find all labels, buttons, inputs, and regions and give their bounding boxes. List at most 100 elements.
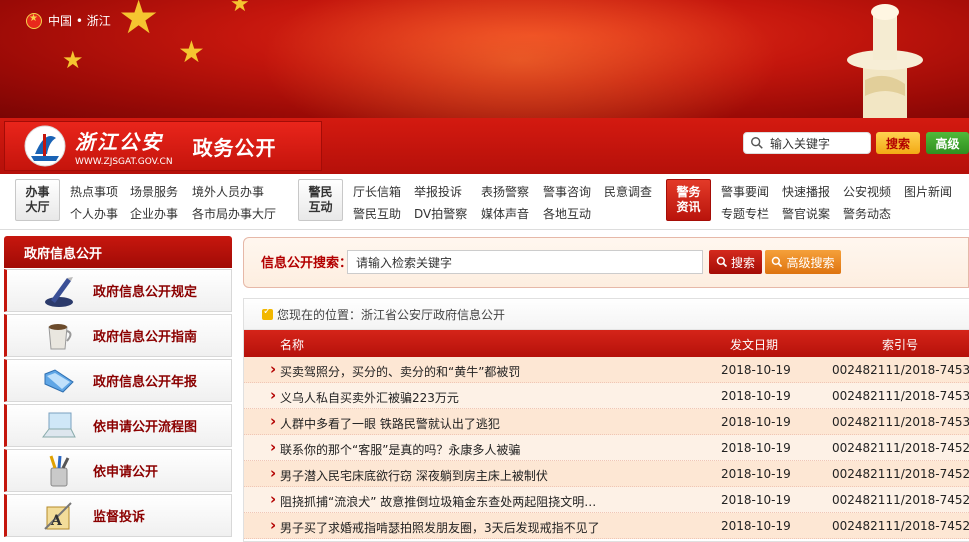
document-title-link[interactable]: 男子潜入民宅床底欲行窃 深夜躺到房主床上被制伏 bbox=[270, 464, 548, 484]
nav-link[interactable]: 境外人员办事 bbox=[192, 183, 264, 200]
nav-link[interactable]: 专题专栏 bbox=[721, 205, 782, 222]
content-panel: 您现在的位置：浙江省公安厅政府信息公开 名称 发文日期 索引号 买卖驾照分，买分… bbox=[243, 298, 969, 542]
search-icon bbox=[751, 137, 763, 149]
sidebar-item-regulations[interactable]: 政府信息公开规定 bbox=[4, 269, 232, 312]
nav-link[interactable]: 各市局办事大厅 bbox=[192, 205, 276, 222]
logo-chinese-text: 浙江公安 bbox=[75, 129, 163, 154]
document-index: 002482111/2018-74531 bbox=[832, 389, 969, 403]
nav-group3-row2: 专题专栏 警官说案 警务动态 bbox=[721, 205, 891, 222]
breadcrumb-text: 您现在的位置：浙江省公安厅政府信息公开 bbox=[277, 307, 506, 322]
sidebar-item-annual-report[interactable]: 政府信息公开年报 bbox=[4, 359, 232, 402]
document-date: 2018-10-19 bbox=[721, 363, 791, 377]
nav-link[interactable]: 热点事项 bbox=[70, 183, 130, 200]
region-text: 中国 • 浙江 bbox=[48, 14, 111, 28]
info-advanced-search-label: 高级搜索 bbox=[786, 255, 835, 270]
nav-link[interactable]: 举报投诉 bbox=[414, 183, 481, 200]
info-search-button-label: 搜索 bbox=[730, 255, 755, 270]
document-date: 2018-10-19 bbox=[721, 415, 791, 429]
top-search-button[interactable]: 搜索 bbox=[876, 132, 920, 154]
sidebar-item-guide[interactable]: 政府信息公开指南 bbox=[4, 314, 232, 357]
info-search-button[interactable]: 搜索 bbox=[709, 250, 762, 274]
checkbox-icon bbox=[262, 306, 273, 320]
nav-link[interactable]: 警事要闻 bbox=[721, 183, 782, 200]
nav-group3-row1: 警事要闻 快速播报 公安视频 图片新闻 bbox=[721, 183, 952, 200]
nav-link[interactable]: 个人办事 bbox=[70, 205, 130, 222]
document-title-link[interactable]: 男子买了求婚戒指啃瑟拍照发朋友圈，3天后发现戒指不见了 bbox=[270, 516, 600, 536]
document-date: 2018-10-19 bbox=[721, 519, 791, 533]
banner-glow bbox=[260, 0, 780, 118]
document-list: 买卖驾照分，买分的、卖分的和“黄牛”都被罚 2018-10-19 0024821… bbox=[244, 357, 969, 539]
nav-link[interactable]: 警务动态 bbox=[843, 205, 891, 222]
info-advanced-search-button[interactable]: 高级搜索 bbox=[765, 250, 841, 274]
nav-link[interactable]: 企业办事 bbox=[130, 205, 192, 222]
breadcrumb: 您现在的位置：浙江省公安厅政府信息公开 bbox=[244, 299, 969, 330]
pen-holder-icon bbox=[37, 452, 81, 490]
table-row: 联系你的那个“客服”是真的吗？永康多人被骗 2018-10-19 0024821… bbox=[244, 435, 969, 461]
site-logo[interactable]: 浙江公安 WWW.ZJSGAT.GOV.CN 政务公开 bbox=[4, 121, 322, 171]
logo-bar: 浙江公安 WWW.ZJSGAT.GOV.CN 政务公开 搜索 高级 bbox=[0, 118, 969, 174]
sidebar-item-flowchart[interactable]: 依申请公开流程图 bbox=[4, 404, 232, 447]
nav-tag-police-news[interactable]: 警务资讯 bbox=[666, 179, 711, 221]
nav-link[interactable]: 场景服务 bbox=[130, 183, 192, 200]
fountain-pen-icon bbox=[37, 272, 81, 310]
nav-tag-police-interaction[interactable]: 警民互动 bbox=[298, 179, 343, 221]
table-header: 名称 发文日期 索引号 bbox=[244, 330, 969, 357]
nav-link[interactable]: 公安视频 bbox=[843, 183, 904, 200]
nav-link[interactable]: 警民互助 bbox=[353, 205, 414, 222]
document-index: 002482111/2018-74528 bbox=[832, 467, 969, 481]
top-search-box bbox=[743, 132, 871, 154]
document-title-link[interactable]: 阻挠抓捕“流浪犬” 故意推倒垃圾箱金东查处两起阻挠文明… bbox=[270, 490, 596, 510]
sidebar-item-apply[interactable]: 依申请公开 bbox=[4, 449, 232, 492]
police-badge-icon bbox=[24, 125, 66, 167]
document-title-link[interactable]: 联系你的那个“客服”是真的吗？永康多人被骗 bbox=[270, 438, 520, 458]
huabiao-pillar-icon bbox=[847, 4, 923, 118]
info-search-input[interactable] bbox=[347, 250, 703, 274]
info-search-label: 信息公开搜索： bbox=[261, 256, 353, 271]
document-index: 002482111/2018-74527 bbox=[832, 493, 969, 507]
flag-star-icon: ★ bbox=[178, 35, 205, 70]
column-header-name: 名称 bbox=[280, 338, 305, 352]
laptop-icon bbox=[37, 407, 81, 445]
document-index: 002482111/2018-74526 bbox=[832, 519, 969, 533]
nav-link[interactable]: 图片新闻 bbox=[904, 183, 952, 200]
sidebar-item-label: 监督投诉 bbox=[93, 510, 146, 525]
flag-star-icon: ★ bbox=[230, 0, 250, 17]
sidebar-item-complaint[interactable]: A 监督投诉 bbox=[4, 494, 232, 537]
national-emblem-icon bbox=[26, 12, 42, 29]
nav-link[interactable]: 警官说案 bbox=[782, 205, 843, 222]
top-search-input[interactable] bbox=[770, 136, 870, 150]
folder-icon bbox=[37, 362, 81, 400]
nav-link[interactable]: 快速播报 bbox=[782, 183, 843, 200]
nav-tag-service-hall[interactable]: 办事大厅 bbox=[15, 179, 60, 221]
top-advanced-button[interactable]: 高级 bbox=[926, 132, 969, 154]
coffee-cup-icon bbox=[37, 317, 81, 355]
flag-star-icon: ★ bbox=[62, 46, 84, 74]
nav-group2-row2: 警民互助 DV拍警察 媒体声音 各地互动 bbox=[353, 205, 591, 222]
sidebar-item-label: 依申请公开 bbox=[93, 465, 159, 480]
sidebar-item-label: 政府信息公开年报 bbox=[93, 375, 198, 390]
region-label: 中国 • 浙江 bbox=[26, 12, 111, 29]
svg-text:A: A bbox=[50, 513, 63, 529]
nav-link[interactable]: 厅长信箱 bbox=[353, 183, 414, 200]
nav-link[interactable]: DV拍警察 bbox=[414, 205, 481, 222]
sidebar-title: 政府信息公开 bbox=[4, 236, 232, 268]
document-title-link[interactable]: 义乌人私自买卖外汇被骗223万元 bbox=[270, 386, 459, 406]
nav-link[interactable]: 民意调查 bbox=[604, 183, 652, 200]
table-row: 男子潜入民宅床底欲行窃 深夜躺到房主床上被制伏 2018-10-19 00248… bbox=[244, 461, 969, 487]
nav-group1-row2: 个人办事 企业办事 各市局办事大厅 bbox=[70, 205, 276, 222]
document-index: 002482111/2018-74530 bbox=[832, 415, 969, 429]
column-header-date: 发文日期 bbox=[730, 338, 779, 352]
nav-link[interactable]: 警事咨询 bbox=[543, 183, 604, 200]
info-search-bar: 信息公开搜索： 搜索 高级搜索 bbox=[243, 237, 969, 288]
table-row: 买卖驾照分，买分的、卖分的和“黄牛”都被罚 2018-10-19 0024821… bbox=[244, 357, 969, 383]
nav-link[interactable]: 媒体声音 bbox=[481, 205, 543, 222]
nav-link[interactable]: 各地互动 bbox=[543, 205, 591, 222]
search-icon bbox=[772, 256, 783, 268]
document-title-link[interactable]: 人群中多看了一眼 铁路民警就认出了逃犯 bbox=[270, 412, 500, 432]
nav-group2-row1: 厅长信箱 举报投诉 表扬警察 警事咨询 民意调查 bbox=[353, 183, 652, 200]
nav-link[interactable]: 表扬警察 bbox=[481, 183, 543, 200]
document-date: 2018-10-19 bbox=[721, 467, 791, 481]
document-title-link[interactable]: 买卖驾照分，买分的、卖分的和“黄牛”都被罚 bbox=[270, 360, 520, 380]
sidebar-item-label: 政府信息公开指南 bbox=[93, 330, 198, 345]
search-icon bbox=[716, 256, 728, 268]
